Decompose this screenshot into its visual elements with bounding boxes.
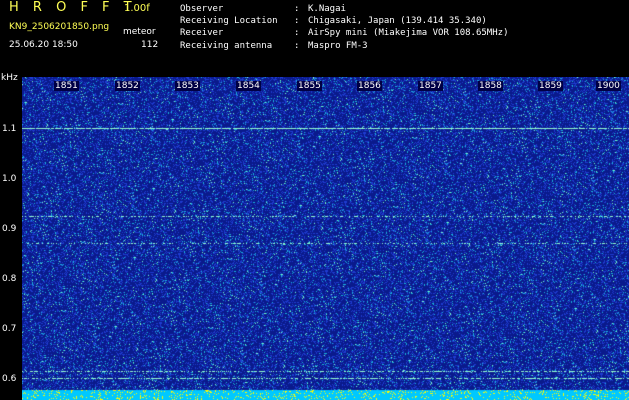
- info-key: Receiver: [180, 28, 224, 39]
- info-value: AirSpy mini (Miakejima VOR 108.65MHz): [308, 28, 509, 39]
- x-tick-label: 1900: [596, 81, 621, 91]
- app-title: H R O F F T: [9, 0, 137, 15]
- x-tick-label: 1854: [236, 81, 261, 91]
- info-row-receiver: Receiver: AirSpy mini (Miakejima VOR 108.…: [180, 27, 508, 39]
- y-tick-label: 0.8: [2, 274, 17, 284]
- info-value: Chigasaki, Japan (139.414 35.340): [308, 16, 487, 27]
- y-tick-label: 0.6: [2, 374, 17, 384]
- info-separator: :: [294, 28, 300, 39]
- info-separator: :: [294, 40, 300, 51]
- y-tick-label: 0.9: [2, 224, 17, 234]
- info-value: Maspro FM-3: [308, 40, 368, 51]
- mode-label: meteor: [123, 27, 156, 37]
- x-tick-label: 1852: [115, 81, 140, 91]
- info-separator: :: [294, 4, 300, 14]
- y-axis-unit: kHz: [1, 73, 18, 83]
- info-key: Receiving Location: [180, 16, 278, 27]
- x-tick-label: 1857: [418, 81, 443, 91]
- y-tick-label: 0.7: [2, 324, 17, 334]
- filename-label: KN9_2506201850.png: [9, 22, 110, 32]
- datetime-label: 25.06.20 18:50: [9, 40, 78, 50]
- x-tick-label: 1856: [357, 81, 382, 91]
- y-tick-label: 1.1: [2, 124, 17, 134]
- info-key: Observer: [180, 4, 224, 14]
- info-key: Receiving antenna: [180, 40, 273, 51]
- x-tick-label: 1859: [538, 81, 563, 91]
- x-tick-label: 1858: [478, 81, 503, 91]
- x-tick-label: 1855: [297, 81, 322, 91]
- spectrogram-panel: kHz 1.1 1.0 0.9 0.8 0.7 0.6 1851 1852 18…: [0, 73, 629, 400]
- header-panel: H R O F F T 1.00f KN9_2506201850.png met…: [0, 0, 629, 72]
- info-value: K.Nagai: [308, 4, 346, 14]
- info-separator: :: [294, 16, 300, 27]
- info-row-observer: Observer: K.Nagai: [180, 3, 508, 15]
- y-tick-label: 1.0: [2, 174, 17, 184]
- x-tick-label: 1851: [54, 81, 79, 91]
- station-info: Observer: K.Nagai Receiving Location: Chig…: [180, 3, 508, 52]
- spectrogram-image: [22, 77, 629, 400]
- count-label: 112: [141, 40, 159, 50]
- version-label: 1.00f: [124, 3, 150, 14]
- x-tick-label: 1853: [175, 81, 200, 91]
- info-row-location: Receiving Location: Chigasaki, Japan (139…: [180, 15, 508, 27]
- info-row-antenna: Receiving antenna: Maspro FM-3: [180, 40, 508, 52]
